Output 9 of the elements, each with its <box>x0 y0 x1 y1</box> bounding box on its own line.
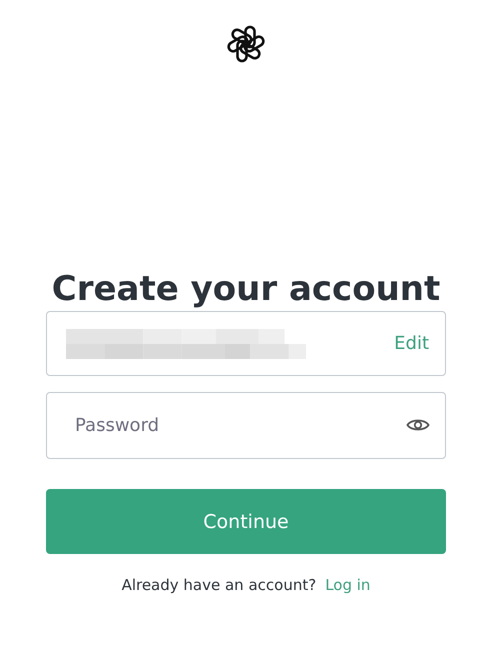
continue-button[interactable]: Continue <box>46 489 446 554</box>
edit-link[interactable]: Edit <box>394 333 429 354</box>
knot-logo-icon <box>226 24 266 64</box>
login-link[interactable]: Log in <box>325 576 370 594</box>
eye-icon[interactable] <box>406 417 430 433</box>
signin-prompt: Already have an account? <box>122 576 316 594</box>
password-field[interactable]: Password <box>46 392 446 459</box>
page-heading: Create your account <box>50 268 442 311</box>
email-field[interactable]: Edit <box>46 311 446 376</box>
